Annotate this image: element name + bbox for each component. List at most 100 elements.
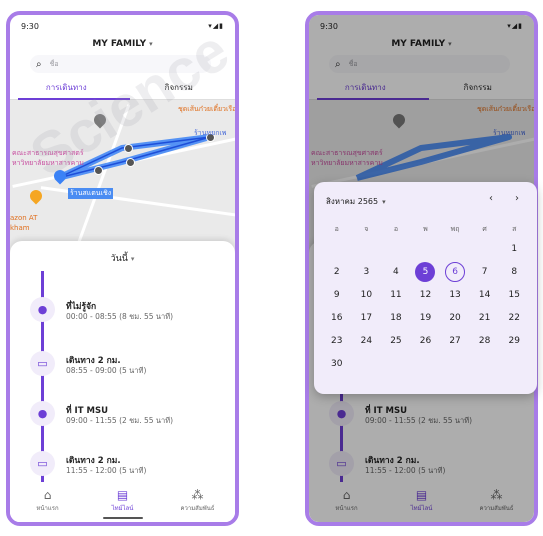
chevron-down-icon: ▾: [382, 198, 386, 206]
location-pin-icon: ●: [30, 297, 55, 322]
nav-label: หน้าแรก: [36, 505, 59, 512]
day-number: 25: [390, 336, 402, 346]
timeline-entry[interactable]: ● ที่ IT MSU 09:00 - 11:55 (2 ชม. 55 นาท…: [30, 401, 227, 435]
day-number: 1: [511, 244, 518, 254]
entry-time: 08:55 - 09:00 (5 นาที): [66, 366, 147, 375]
day-number: 15: [508, 290, 520, 300]
chevron-down-icon: ▾: [130, 255, 135, 263]
day-number: 16: [331, 313, 343, 323]
car-marker[interactable]: [126, 158, 135, 167]
calendar-empty-cell: [470, 238, 500, 261]
calendar-day[interactable]: 14: [470, 284, 500, 307]
day-number: 10: [360, 290, 373, 300]
search-input[interactable]: ⌕ ชื่อ: [30, 55, 211, 73]
car-icon: ▭: [30, 351, 55, 376]
calendar-day[interactable]: 3: [352, 261, 382, 284]
calendar-day[interactable]: 7: [470, 261, 500, 284]
calendar-day[interactable]: 11: [381, 284, 411, 307]
calendar-day[interactable]: 29: [499, 330, 529, 353]
calendar-day[interactable]: 1: [499, 238, 529, 261]
calendar-day[interactable]: 5: [411, 261, 441, 284]
calendar-day[interactable]: 17: [352, 307, 382, 330]
day-number: 5: [415, 262, 436, 282]
timeline-entry[interactable]: ● ที่ไม่รู้จัก 00:00 - 08:55 (8 ชม. 55 น…: [30, 297, 227, 331]
timeline-entry[interactable]: ▭ เดินทาง 2 กม. 11:55 - 12:00 (5 นาที): [30, 451, 227, 485]
calendar-grid: อจอพพฤศส 1 2 3 4 5 6 7 8 9 10 11 12 13 14 15 16 17 18 19 20 2…: [322, 220, 529, 376]
calendar-day[interactable]: 20: [440, 307, 470, 330]
home-icon: ⌂: [43, 488, 52, 502]
day-number: 23: [331, 336, 343, 346]
month-selector[interactable]: สิงหาคม 2565 ▾: [326, 195, 386, 208]
car-marker[interactable]: [94, 166, 103, 175]
calendar-day[interactable]: 12: [411, 284, 441, 307]
tab-bar: การเดินทาง กิจกรรม: [10, 79, 235, 99]
phone-screen-timeline: 9:30 ▾◢▮ MY FAMILY ▾ ⌕ ชื่อ การเดินทาง กิ…: [6, 11, 239, 526]
weekday-header: ศ: [482, 225, 487, 233]
timeline-entry[interactable]: ▭ เดินทาง 2 กม. 08:55 - 09:00 (5 นาที): [30, 351, 227, 385]
map-label: azon AT: [10, 214, 38, 222]
day-number: 28: [478, 336, 491, 346]
calendar-day[interactable]: 19: [411, 307, 441, 330]
tab-activity[interactable]: กิจกรรม: [123, 79, 236, 99]
calendar-day[interactable]: 8: [499, 261, 529, 284]
weekday-header: พ: [423, 225, 428, 233]
calendar-day[interactable]: 4: [381, 261, 411, 284]
calendar-empty-cell: [322, 238, 352, 261]
day-number: 13: [449, 290, 461, 300]
weekday-header: อ: [334, 225, 339, 233]
nav-label: ความสัมพันธ์: [180, 505, 215, 512]
tab-travel[interactable]: การเดินทาง: [10, 79, 123, 99]
calendar-day[interactable]: 22: [499, 307, 529, 330]
calendar-day[interactable]: 10: [352, 284, 382, 307]
calendar-day[interactable]: 9: [322, 284, 352, 307]
day-number: 4: [393, 267, 399, 277]
calendar-day[interactable]: 16: [322, 307, 352, 330]
day-number: 20: [449, 313, 461, 323]
day-number: 18: [390, 313, 402, 323]
family-title: MY FAMILY: [92, 39, 147, 49]
day-number: 14: [478, 290, 491, 300]
calendar-day[interactable]: 18: [381, 307, 411, 330]
chevron-right-icon[interactable]: ›: [515, 193, 519, 204]
nav-timeline[interactable]: ▤ ไทม์ไลน์: [85, 482, 160, 522]
map-label: ร้านสแตนเชิง: [68, 188, 114, 199]
entry-time: 11:55 - 12:00 (5 นาที): [66, 466, 147, 475]
calendar-day[interactable]: 26: [411, 330, 441, 353]
day-number: 7: [481, 267, 488, 277]
calendar-day[interactable]: 30: [322, 353, 352, 376]
day-number: 27: [449, 336, 461, 346]
calendar-day[interactable]: 25: [381, 330, 411, 353]
calendar-day[interactable]: 6: [440, 261, 470, 284]
weekday-header: อ: [393, 225, 399, 233]
calendar-day[interactable]: 13: [440, 284, 470, 307]
map-label: kham: [10, 224, 30, 232]
calendar-day[interactable]: 15: [499, 284, 529, 307]
calendar-day[interactable]: 21: [470, 307, 500, 330]
calendar-empty-cell: [352, 238, 382, 261]
nav-relations[interactable]: ⁂ ความสัมพันธ์: [160, 482, 235, 522]
chevron-left-icon[interactable]: ‹: [489, 193, 493, 204]
calendar-day[interactable]: 23: [322, 330, 352, 353]
family-selector[interactable]: MY FAMILY ▾: [10, 39, 235, 49]
calendar-day[interactable]: 2: [322, 261, 352, 284]
day-selector[interactable]: วันนี้ ▾: [10, 251, 235, 265]
timeline-sheet: วันนี้ ▾ ● ที่ไม่รู้จัก 00:00 - 08:55 (8 …: [10, 241, 235, 522]
nav-label: ไทม์ไลน์: [111, 505, 134, 512]
nav-home[interactable]: ⌂ หน้าแรก: [10, 482, 85, 522]
status-time: 9:30: [21, 22, 39, 31]
day-number: 9: [333, 290, 340, 300]
bottom-nav: ⌂ หน้าแรก ▤ ไทม์ไลน์ ⁂ ความสัมพันธ์: [10, 482, 235, 522]
map-view[interactable]: คณะสาธารณสุขศาสตร์ หาวิทยาลัยมหาสารคาม ช…: [10, 100, 235, 260]
timeline-icon: ▤: [116, 488, 129, 502]
calendar-empty-cell: [381, 238, 411, 261]
day-number: 22: [508, 313, 520, 323]
calendar-day[interactable]: 28: [470, 330, 500, 353]
weekday-header: จ: [364, 225, 369, 233]
search-icon: ⌕: [36, 58, 42, 70]
date-picker-dialog: สิงหาคม 2565 ▾ ‹ › อจอพพฤศส 1 2 3 4 5 6 7 8 9 10 11 12…: [314, 182, 537, 394]
day-number: 26: [419, 336, 432, 346]
day-number: 11: [390, 290, 402, 300]
car-marker[interactable]: [124, 144, 133, 153]
calendar-day[interactable]: 27: [440, 330, 470, 353]
calendar-day[interactable]: 24: [352, 330, 382, 353]
